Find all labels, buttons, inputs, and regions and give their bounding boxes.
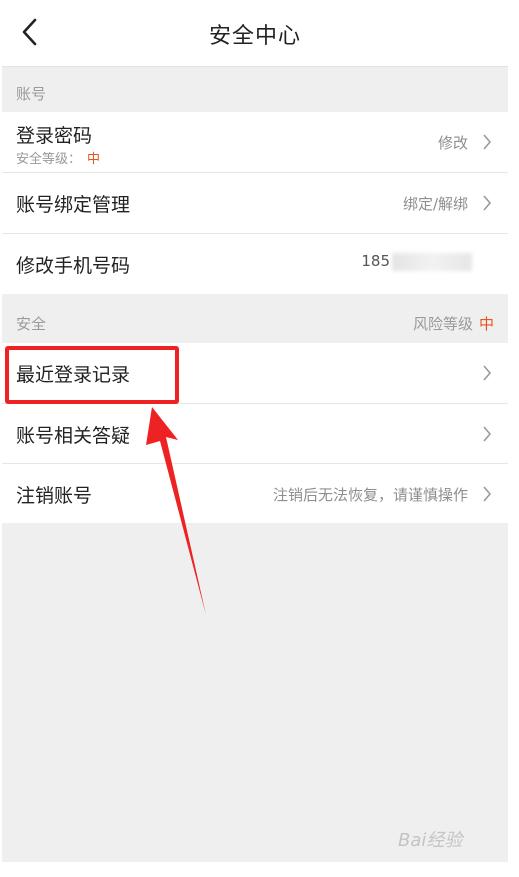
arrow-icon [146,407,206,615]
watermark: Bai经验 [398,830,463,851]
red-arrow-annotation [146,407,206,615]
